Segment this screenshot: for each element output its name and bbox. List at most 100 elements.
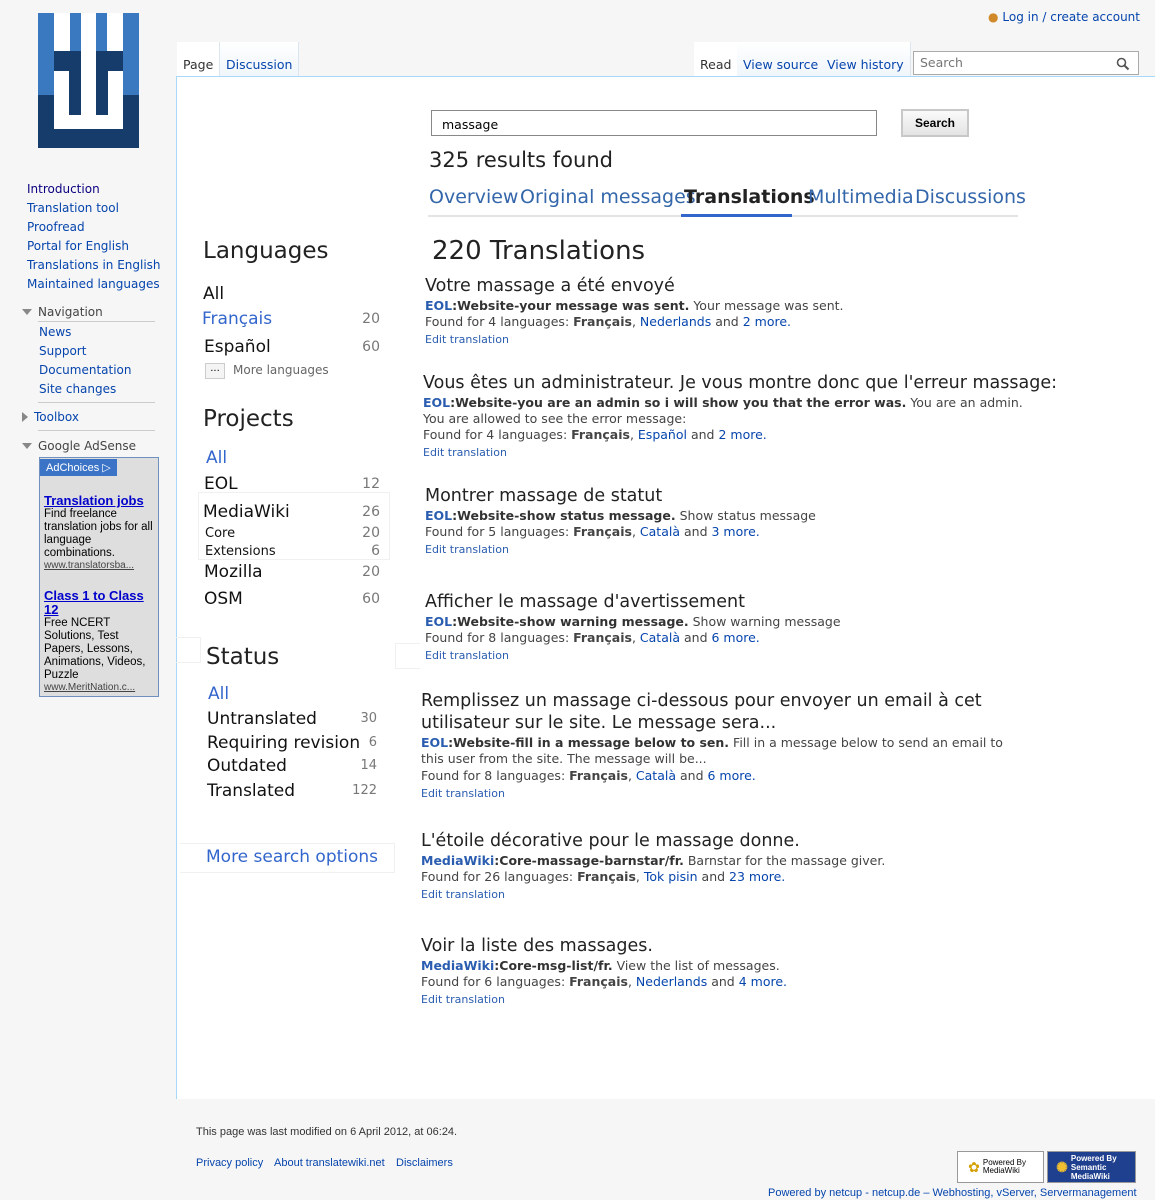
language-francais[interactable]: Français: [202, 309, 272, 329]
project-mozilla[interactable]: Mozilla: [204, 562, 263, 582]
result-found: Found for 4 languages: Français, Nederla…: [425, 314, 791, 329]
footer-privacy-link[interactable]: Privacy policy: [196, 1157, 263, 1169]
sidebar-link-portal-english[interactable]: Portal for English: [27, 239, 129, 253]
tab-discussions[interactable]: Discussions: [915, 186, 1026, 208]
result-project-link[interactable]: EOL: [421, 735, 448, 750]
sidebar-link-introduction[interactable]: Introduction: [27, 182, 100, 196]
ad2-url[interactable]: www.MeritNation.c...: [44, 682, 154, 693]
project-mediawiki[interactable]: MediaWiki: [203, 502, 290, 522]
result-more-link[interactable]: 2 more.: [718, 427, 766, 442]
sidebar-navigation-heading[interactable]: Navigation: [22, 305, 103, 319]
footer-disclaimers-link[interactable]: Disclaimers: [396, 1157, 453, 1169]
result-project-link[interactable]: EOL: [423, 395, 450, 410]
more-languages-icon[interactable]: ...: [205, 363, 225, 379]
edit-translation-link[interactable]: Edit translation: [425, 543, 509, 556]
tab-multimedia[interactable]: Multimedia: [808, 186, 914, 208]
divider: [38, 430, 155, 431]
adchoices-icon: ▷: [102, 462, 111, 474]
sidebar-link-maintained-languages[interactable]: Maintained languages: [27, 277, 160, 291]
result-more-link[interactable]: 3 more.: [712, 524, 760, 539]
edit-translation-link[interactable]: Edit translation: [421, 993, 505, 1006]
result-key: EOL:Website-you are an admin so i will s…: [423, 395, 1023, 426]
edit-translation-link[interactable]: Edit translation: [421, 888, 505, 901]
project-core[interactable]: Core: [205, 526, 235, 541]
result-project-link[interactable]: EOL: [425, 614, 452, 629]
status-translated[interactable]: Translated: [207, 781, 295, 801]
languages-heading: Languages: [203, 238, 329, 264]
powered-by-smw-badge[interactable]: ✺ Powered By Semantic MediaWiki: [1047, 1151, 1136, 1183]
result-lang-link[interactable]: Nederlands: [636, 974, 707, 989]
ad1-url[interactable]: www.translatorsba...: [44, 560, 154, 571]
ad2-title[interactable]: Class 1 to Class 12: [44, 589, 154, 617]
language-all[interactable]: All: [203, 284, 224, 304]
result-lang-link[interactable]: Tok pisin: [644, 869, 698, 884]
project-eol[interactable]: EOL: [204, 474, 238, 494]
result-found: Found for 8 languages: Français, Català …: [421, 768, 756, 783]
tab-view-source[interactable]: View source: [737, 42, 826, 76]
sidebar-adsense-heading[interactable]: Google AdSense: [22, 439, 136, 453]
sidebar-link-proofread[interactable]: Proofread: [27, 220, 85, 234]
adchoices-badge[interactable]: AdChoices ▷: [40, 459, 117, 476]
result-lang-link[interactable]: Català: [636, 768, 676, 783]
divider: [38, 321, 155, 322]
tab-original-messages[interactable]: Original messages: [520, 186, 696, 208]
sidebar-toolbox-heading[interactable]: Toolbox: [22, 410, 79, 424]
sidebar-link-news[interactable]: News: [39, 325, 71, 339]
tab-translations[interactable]: Translations: [684, 186, 815, 208]
result-found: Found for 4 languages: Français, Español…: [423, 427, 767, 442]
result-lang-link[interactable]: Español: [638, 427, 687, 442]
sidebar-link-documentation[interactable]: Documentation: [39, 363, 132, 377]
edit-translation-link[interactable]: Edit translation: [421, 787, 505, 800]
divider: [38, 402, 155, 403]
top-search-box: [913, 51, 1139, 75]
sidebar-link-support[interactable]: Support: [39, 344, 86, 358]
status-all[interactable]: All: [208, 684, 229, 704]
result-project-link[interactable]: EOL: [425, 298, 452, 313]
result-title: Voir la liste des massages.: [421, 936, 653, 956]
edit-translation-link[interactable]: Edit translation: [423, 446, 507, 459]
tab-overview[interactable]: Overview: [429, 186, 518, 208]
result-project-link[interactable]: MediaWiki: [421, 958, 494, 973]
result-more-link[interactable]: 6 more.: [712, 630, 760, 645]
result-project-link[interactable]: MediaWiki: [421, 853, 494, 868]
powered-by-mediawiki-badge[interactable]: ✿ Powered By MediaWiki: [957, 1151, 1044, 1183]
hosting-link[interactable]: Powered by netcup - netcup.de – Webhosti…: [768, 1187, 1137, 1199]
project-eol-count: 12: [362, 476, 380, 492]
project-osm[interactable]: OSM: [204, 589, 243, 609]
site-logo[interactable]: [38, 13, 139, 148]
tab-read[interactable]: Read: [694, 42, 739, 76]
result-found: Found for 8 languages: Français, Català …: [425, 630, 760, 645]
more-search-options-link[interactable]: More search options: [206, 847, 378, 867]
result-project-link[interactable]: EOL: [425, 508, 452, 523]
search-button[interactable]: Search: [901, 109, 969, 137]
result-lang-link[interactable]: Nederlands: [640, 314, 711, 329]
tab-page[interactable]: Page: [177, 42, 221, 76]
result-more-link[interactable]: 23 more.: [729, 869, 785, 884]
result-lang-link[interactable]: Català: [640, 524, 680, 539]
last-modified: This page was last modified on 6 April 2…: [196, 1126, 458, 1138]
edit-translation-link[interactable]: Edit translation: [425, 333, 509, 346]
sidebar-link-site-changes[interactable]: Site changes: [39, 382, 116, 396]
result-title: Votre massage a été envoyé: [425, 276, 675, 296]
sidebar-link-translations-english[interactable]: Translations in English: [27, 258, 161, 272]
footer-about-link[interactable]: About translatewiki.net: [274, 1157, 385, 1169]
edit-translation-link[interactable]: Edit translation: [425, 649, 509, 662]
search-query-input[interactable]: [440, 116, 874, 133]
result-lang-link[interactable]: Català: [640, 630, 680, 645]
status-untranslated[interactable]: Untranslated: [207, 709, 317, 729]
top-search-input[interactable]: [918, 54, 1112, 71]
ad1-title[interactable]: Translation jobs: [44, 494, 154, 508]
status-outdated[interactable]: Outdated: [207, 756, 287, 776]
language-espanol[interactable]: Español: [204, 337, 271, 357]
tab-discussion[interactable]: Discussion: [220, 42, 300, 76]
tab-view-history[interactable]: View history: [821, 42, 911, 76]
login-link[interactable]: ● Log in / create account: [988, 10, 1140, 24]
more-languages-link[interactable]: More languages: [233, 363, 329, 377]
result-more-link[interactable]: 4 more.: [739, 974, 787, 989]
search-icon[interactable]: [1116, 57, 1130, 71]
project-extensions[interactable]: Extensions: [205, 544, 276, 559]
project-all[interactable]: All: [206, 448, 227, 468]
result-more-link[interactable]: 6 more.: [708, 768, 756, 783]
result-more-link[interactable]: 2 more.: [743, 314, 791, 329]
sidebar-link-translation-tool[interactable]: Translation tool: [27, 201, 119, 215]
